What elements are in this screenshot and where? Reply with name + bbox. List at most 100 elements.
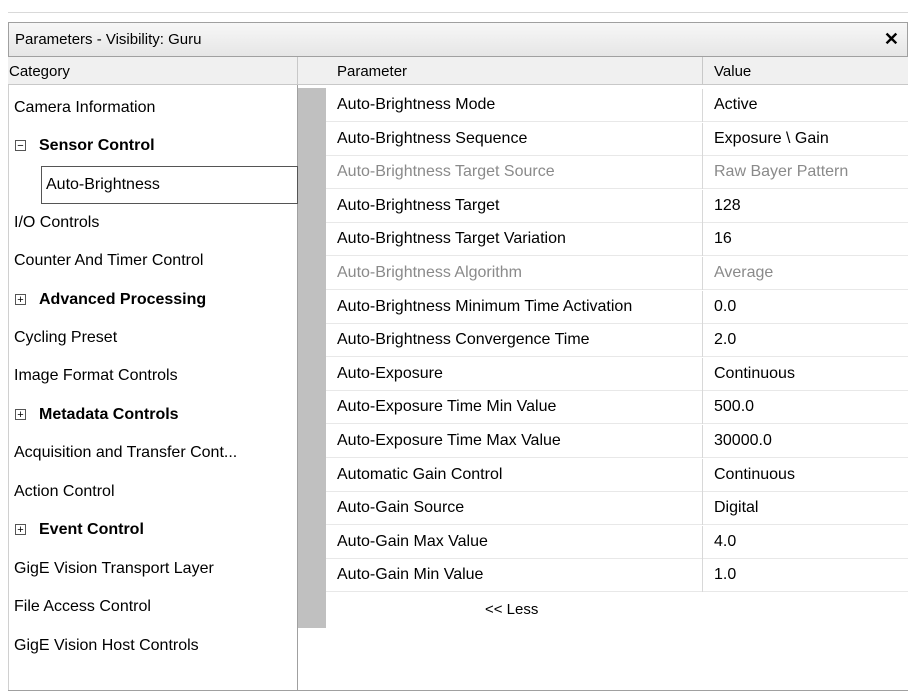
column-divider — [702, 257, 703, 290]
parameter-row[interactable]: Auto-Brightness Sequence Exposure \ Gain — [326, 122, 908, 156]
parameter-row[interactable]: Auto-Exposure Continuous — [326, 357, 908, 391]
expand-icon[interactable]: + — [15, 294, 26, 306]
column-divider — [702, 223, 703, 257]
parameter-name: Auto-Brightness Mode — [337, 96, 496, 113]
value-header-label: Value — [714, 63, 752, 80]
title-bar: Parameters - Visibility: Guru ✕ — [8, 22, 908, 57]
parameter-grid: Auto-Brightness Mode Active Auto-Brightnes… — [298, 85, 908, 690]
category-label: Image Format Controls — [14, 367, 178, 384]
column-divider — [702, 156, 703, 190]
parameter-row[interactable]: Auto-Gain Max Value 4.0 — [326, 525, 908, 559]
category-label: Camera Information — [14, 99, 156, 116]
category-item[interactable]: Camera Information — [9, 90, 298, 128]
parameter-value[interactable]: Digital — [714, 499, 758, 517]
parameter-row[interactable]: Auto-Brightness Mode Active — [326, 89, 908, 122]
category-item[interactable]: I/O Controls — [9, 205, 298, 243]
category-item[interactable]: Image Format Controls — [9, 358, 298, 396]
row-header-gutter — [298, 88, 326, 628]
parameter-name: Auto-Brightness Minimum Time Activation — [337, 297, 633, 315]
parameter-value[interactable]: Continuous — [714, 466, 795, 484]
parameter-name: Automatic Gain Control — [337, 465, 503, 483]
parameter-name: Auto-Brightness Target — [337, 196, 500, 214]
parameter-name: Auto-Brightness Target Source — [337, 163, 555, 181]
parameter-value[interactable]: 0.0 — [714, 298, 736, 316]
category-label: GigE Vision Host Controls — [14, 637, 199, 654]
column-divider — [702, 189, 703, 223]
parameter-row[interactable]: Auto-Brightness Target Source Raw Bayer P… — [326, 156, 908, 190]
category-item[interactable]: Action Control — [9, 474, 298, 512]
parameter-name: Auto-Gain Max Value — [337, 532, 488, 550]
category-item[interactable]: − Sensor Control — [9, 128, 298, 166]
category-column-header[interactable]: Category — [8, 57, 298, 85]
less-link[interactable]: << Less — [485, 601, 538, 618]
category-label: Event Control — [39, 521, 144, 538]
column-divider — [702, 324, 703, 358]
parameter-value: Average — [714, 264, 774, 281]
category-label: Sensor Control — [39, 137, 155, 154]
parameter-name: Auto-Brightness Target Variation — [337, 230, 566, 248]
column-divider — [702, 425, 703, 458]
category-item[interactable]: GigE Vision Transport Layer — [9, 551, 298, 589]
category-item[interactable]: GigE Vision Host Controls — [9, 628, 298, 666]
parameter-value: Raw Bayer Pattern — [714, 163, 849, 181]
column-divider — [702, 559, 703, 593]
parameter-row[interactable]: Auto-Brightness Target 128 — [326, 189, 908, 223]
parameter-row[interactable]: Automatic Gain Control Continuous — [326, 458, 908, 492]
expand-icon[interactable]: + — [15, 524, 26, 536]
parameter-value[interactable]: Exposure \ Gain — [714, 130, 829, 148]
parameter-value[interactable]: Active — [714, 96, 758, 114]
parameter-value[interactable]: 30000.0 — [714, 432, 772, 450]
category-item[interactable]: File Access Control — [9, 589, 298, 627]
category-item[interactable]: Acquisition and Transfer Cont... — [9, 435, 298, 473]
value-column-header[interactable]: Value — [703, 57, 908, 85]
expand-icon[interactable]: + — [15, 409, 26, 421]
category-item[interactable]: Cycling Preset — [9, 320, 298, 358]
parameter-row[interactable]: Auto-Exposure Time Min Value 500.0 — [326, 391, 908, 425]
category-item[interactable]: + Advanced Processing — [9, 282, 298, 320]
category-header-label: Category — [9, 63, 70, 80]
parameter-name: Auto-Exposure Time Min Value — [337, 398, 557, 416]
parameter-column-header[interactable]: Parameter — [298, 57, 703, 85]
category-label: Action Control — [14, 483, 115, 500]
column-divider — [702, 525, 703, 559]
category-item[interactable]: + Event Control — [9, 512, 298, 550]
parameter-name: Auto-Brightness Sequence — [337, 129, 528, 147]
bottom-border — [8, 690, 908, 691]
parameter-value[interactable]: 1.0 — [714, 566, 736, 584]
parameter-header-label: Parameter — [337, 63, 408, 80]
category-tree[interactable]: Camera Information − Sensor Control Auto-Br… — [8, 85, 298, 690]
parameter-value[interactable]: 500.0 — [714, 398, 754, 416]
category-item[interactable]: Counter And Timer Control — [9, 243, 298, 281]
parameter-row[interactable]: Auto-Gain Min Value 1.0 — [326, 559, 908, 593]
column-divider — [702, 357, 703, 391]
category-item[interactable]: Auto-Brightness — [41, 166, 298, 204]
column-divider — [702, 290, 703, 324]
column-divider — [702, 391, 703, 425]
parameter-row[interactable]: Auto-Brightness Minimum Time Activation 0… — [326, 290, 908, 324]
parameter-row[interactable]: Auto-Gain Source Digital — [326, 492, 908, 526]
close-icon[interactable]: ✕ — [884, 29, 899, 50]
parameter-name: Auto-Exposure — [337, 364, 443, 382]
category-label: Auto-Brightness — [46, 176, 160, 193]
parameter-row[interactable]: Auto-Brightness Algorithm Average — [326, 257, 908, 290]
parameter-value[interactable]: 2.0 — [714, 331, 736, 349]
parameter-row[interactable]: Auto-Exposure Time Max Value 30000.0 — [326, 425, 908, 458]
category-label: Metadata Controls — [39, 406, 179, 423]
parameter-value[interactable]: 4.0 — [714, 533, 736, 551]
category-label: Acquisition and Transfer Cont... — [14, 444, 238, 461]
category-label: I/O Controls — [14, 214, 100, 231]
category-label: Cycling Preset — [14, 329, 118, 346]
parameter-value[interactable]: 16 — [714, 230, 732, 248]
parameter-value[interactable]: 128 — [714, 197, 741, 215]
parameter-row[interactable]: Auto-Brightness Target Variation 16 — [326, 223, 908, 257]
collapse-icon[interactable]: − — [15, 140, 26, 152]
column-divider — [702, 89, 703, 122]
parameter-value[interactable]: Continuous — [714, 365, 795, 383]
category-label: GigE Vision Transport Layer — [14, 560, 214, 577]
parameter-name: Auto-Brightness Convergence Time — [337, 331, 590, 349]
column-divider — [702, 492, 703, 526]
category-item[interactable]: + Metadata Controls — [9, 397, 298, 435]
parameter-row[interactable]: Auto-Brightness Convergence Time 2.0 — [326, 324, 908, 358]
parameter-name: Auto-Brightness Algorithm — [337, 264, 522, 281]
window-title: Parameters - Visibility: Guru — [15, 31, 202, 48]
